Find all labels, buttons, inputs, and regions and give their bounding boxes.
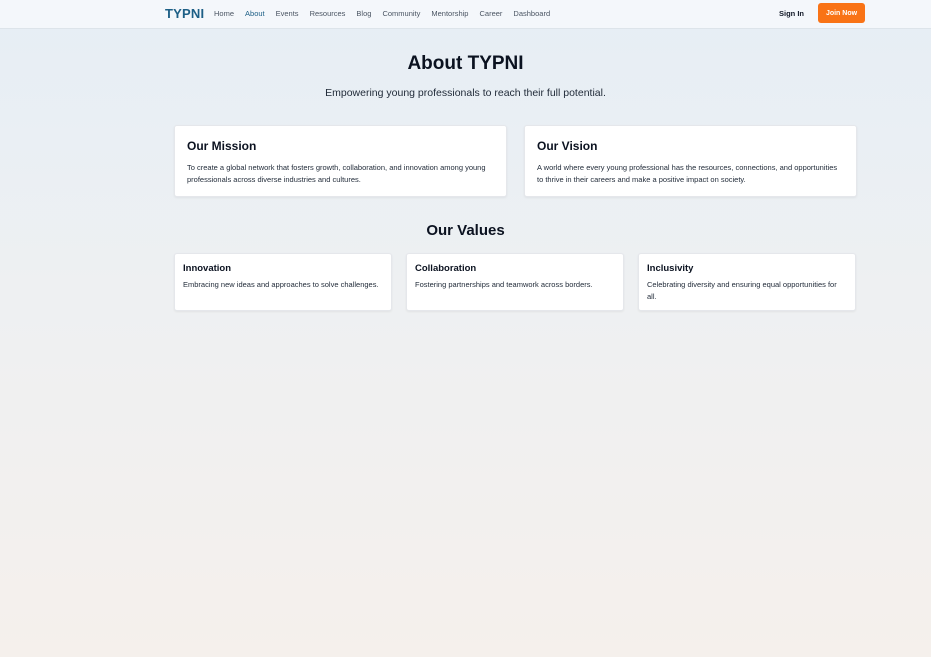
values-title: Our Values (426, 222, 505, 239)
page-title: About TYPNI (407, 53, 524, 74)
nav-link-dashboard[interactable]: Dashboard (513, 9, 550, 18)
nav-link-resources[interactable]: Resources (310, 9, 346, 18)
value-title: Innovation (183, 263, 232, 274)
vision-title: Our Vision (537, 139, 598, 153)
vision-card: Our Vision A world where every young pro… (524, 125, 857, 197)
brand-logo[interactable]: TYPNI (165, 6, 204, 21)
nav-link-community[interactable]: Community (382, 9, 420, 18)
value-title: Collaboration (415, 263, 477, 274)
value-text: Embracing new ideas and approaches to so… (183, 280, 379, 289)
value-card-inclusivity: Inclusivity Celebrating diversity and en… (638, 253, 856, 311)
value-title: Inclusivity (647, 263, 694, 274)
nav-link-blog[interactable]: Blog (356, 9, 371, 18)
nav-link-mentorship[interactable]: Mentorship (431, 9, 468, 18)
nav-links: Home About Events Resources Blog Communi… (214, 9, 550, 18)
mission-card: Our Mission To create a global network t… (174, 125, 507, 197)
top-navbar: TYPNI Home About Events Resources Blog C… (0, 0, 931, 29)
nav-link-about[interactable]: About (245, 9, 265, 18)
value-card-innovation: Innovation Embracing new ideas and appro… (174, 253, 392, 311)
vision-text: A world where every young professional h… (537, 163, 838, 184)
sign-in-button[interactable]: Sign In (779, 9, 804, 18)
mission-title: Our Mission (187, 139, 257, 153)
nav-link-events[interactable]: Events (276, 9, 299, 18)
page-subtitle: Empowering young professionals to reach … (325, 87, 606, 99)
nav-link-home[interactable]: Home (214, 9, 234, 18)
join-now-button[interactable]: Join Now (818, 3, 865, 23)
value-text: Fostering partnerships and teamwork acro… (415, 280, 593, 289)
nav-link-career[interactable]: Career (479, 9, 502, 18)
mission-text: To create a global network that fosters … (187, 163, 486, 184)
value-card-collaboration: Collaboration Fostering partnerships and… (406, 253, 624, 311)
value-text: Celebrating diversity and ensuring equal… (647, 280, 837, 301)
